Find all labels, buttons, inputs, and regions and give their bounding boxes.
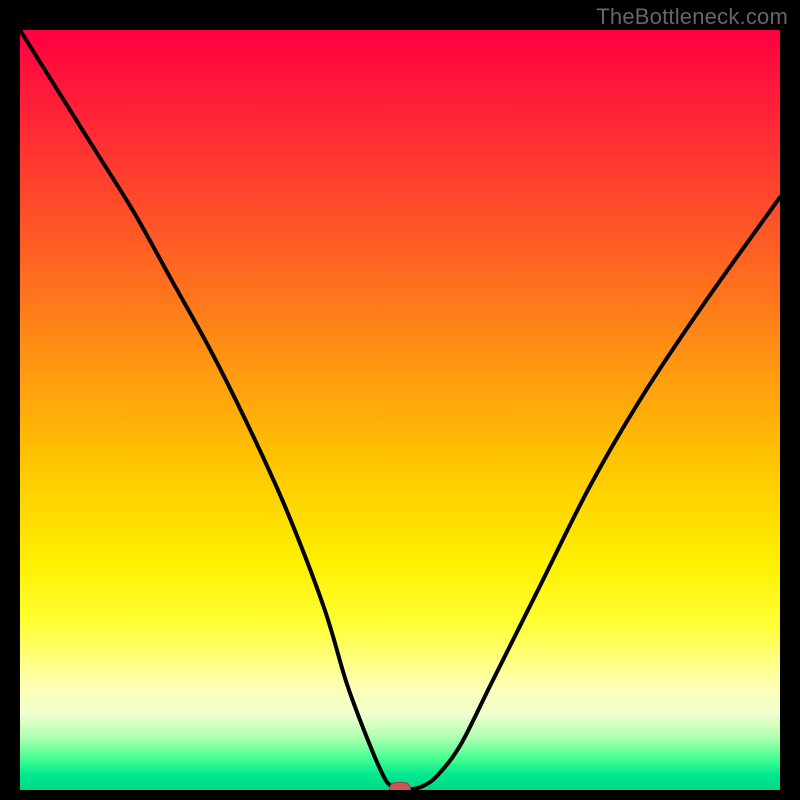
watermark-text: TheBottleneck.com — [596, 4, 788, 30]
bottleneck-curve — [20, 30, 780, 790]
chart-container: TheBottleneck.com — [0, 0, 800, 800]
curve-svg — [20, 30, 780, 790]
minimum-marker — [389, 782, 411, 790]
plot-area — [20, 30, 780, 790]
